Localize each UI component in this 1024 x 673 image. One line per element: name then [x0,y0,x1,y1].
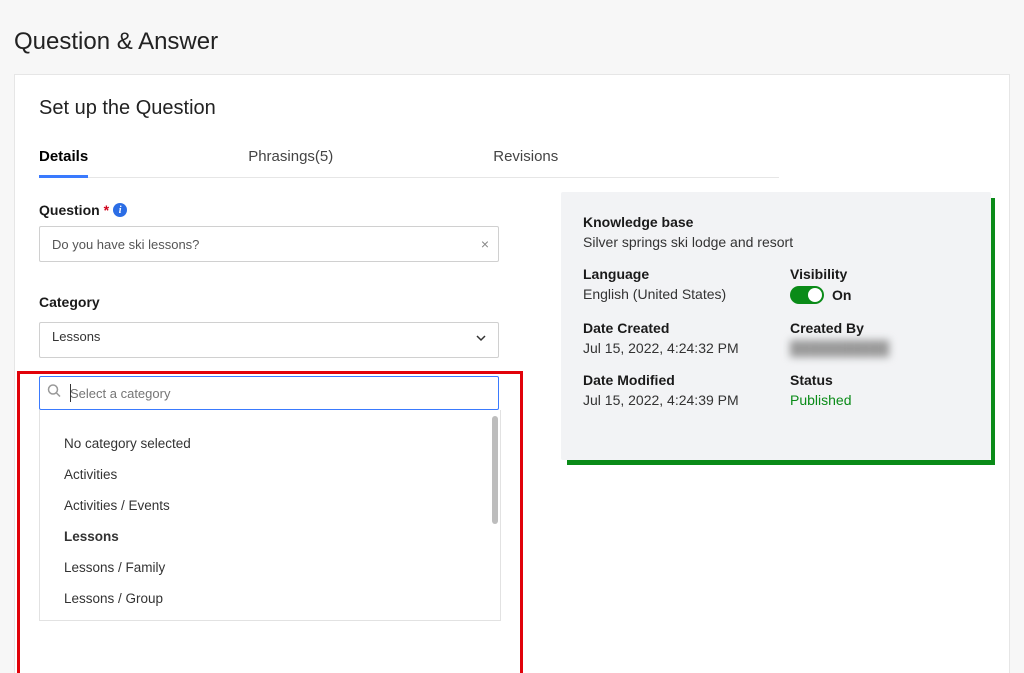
date-modified-label: Date Modified [583,372,762,388]
search-icon [47,384,61,403]
category-option[interactable]: Activities / Events [40,490,500,521]
question-input[interactable] [39,226,499,262]
category-option[interactable]: Activities [40,459,500,490]
category-option[interactable]: Lessons / Family [40,552,500,583]
category-search-input[interactable] [39,376,499,410]
section-title: Set up the Question [39,97,985,120]
date-created-value: Jul 15, 2022, 4:24:32 PM [583,340,762,356]
scrollbar-thumb[interactable] [492,416,498,524]
category-dropdown: No category selected Activities Activiti… [39,410,501,621]
category-option[interactable]: No category selected [40,428,500,459]
clear-icon[interactable]: × [481,236,489,252]
page-title: Question & Answer [14,28,1010,56]
visibility-toggle[interactable] [790,286,824,304]
date-modified-value: Jul 15, 2022, 4:24:39 PM [583,392,762,408]
date-created-label: Date Created [583,320,762,336]
info-icon[interactable]: i [113,203,127,217]
tab-phrasings[interactable]: Phrasings(5) [248,142,333,177]
text-cursor [70,384,71,402]
category-option-list: No category selected Activities Activiti… [40,410,500,620]
created-by-value: ██████████ [790,340,969,356]
tab-revisions[interactable]: Revisions [493,142,558,177]
language-value: English (United States) [583,286,762,302]
created-by-label: Created By [790,320,969,336]
category-select[interactable]: Lessons [39,322,499,358]
required-asterisk: * [104,202,109,218]
kb-value: Silver springs ski lodge and resort [583,234,969,250]
category-option-selected[interactable]: Lessons [40,521,500,552]
language-label: Language [583,266,762,282]
kb-label: Knowledge base [583,214,969,230]
status-label: Status [790,372,969,388]
category-label: Category [39,294,501,310]
setup-card: Set up the Question Details Phrasings(5)… [14,74,1010,673]
tabs: Details Phrasings(5) Revisions [39,142,779,178]
question-label-text: Question [39,202,100,218]
question-label: Question * i [39,202,501,218]
metadata-panel: Knowledge base Silver springs ski lodge … [561,192,991,460]
category-option[interactable]: Lessons / Group [40,583,500,614]
status-value: Published [790,392,969,408]
visibility-value: On [832,287,851,303]
tab-details[interactable]: Details [39,142,88,178]
visibility-label: Visibility [790,266,969,282]
